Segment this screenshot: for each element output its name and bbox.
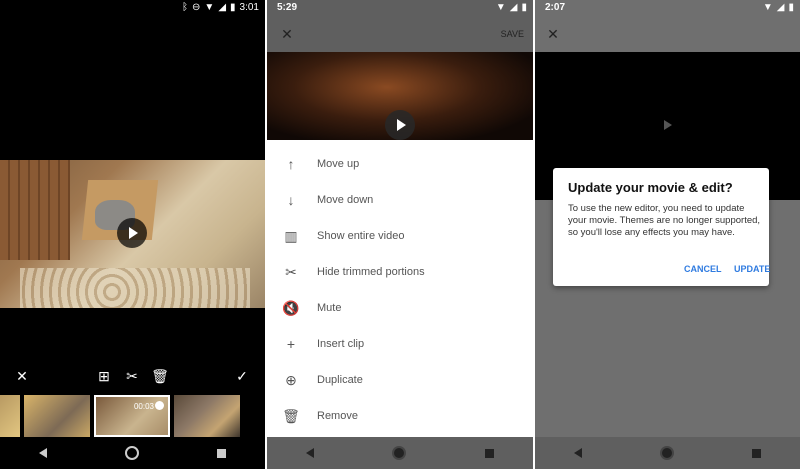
status-time: 5:29 bbox=[277, 2, 298, 13]
recents-icon[interactable] bbox=[752, 448, 761, 458]
signal-icon: ◢ bbox=[218, 2, 227, 13]
wood-panel-wall bbox=[0, 160, 70, 260]
battery-icon: ▮ bbox=[788, 2, 794, 13]
status-bar: ᛒ ⊖ ▼ ◢ ▮ 3:01 bbox=[0, 0, 265, 16]
back-icon[interactable] bbox=[39, 448, 47, 458]
wifi-icon: ▼ bbox=[204, 2, 215, 13]
menu-item-label: Show entire video bbox=[317, 230, 405, 242]
menu-item-mute[interactable]: 🔇 Mute bbox=[267, 290, 533, 326]
scissors-icon[interactable]: ✂ bbox=[122, 366, 142, 386]
film-icon: ▥ bbox=[284, 227, 298, 244]
duplicate-icon: ⊕ bbox=[285, 371, 297, 388]
play-button[interactable] bbox=[117, 218, 147, 248]
menu-item-label: Duplicate bbox=[317, 374, 363, 386]
clip-thumbnail[interactable] bbox=[0, 395, 20, 437]
navigation-bar bbox=[535, 437, 800, 469]
menu-item-hide-trimmed-portions[interactable]: ✂ Hide trimmed portions bbox=[267, 254, 533, 290]
trash-icon: 🗑 bbox=[282, 407, 300, 424]
navigation-bar bbox=[267, 437, 533, 469]
add-clip-icon[interactable]: ⊞ bbox=[94, 366, 114, 386]
menu-item-label: Insert clip bbox=[317, 338, 365, 350]
status-time: 3:01 bbox=[239, 2, 259, 13]
dialog-title: Update your movie & edit? bbox=[568, 180, 733, 195]
home-icon[interactable] bbox=[660, 446, 674, 460]
menu-item-label: Move down bbox=[317, 194, 374, 206]
status-icons: ᛒ ⊖ ▼ ◢ ▮ 3:01 bbox=[182, 2, 259, 13]
close-icon[interactable]: ✕ bbox=[543, 24, 563, 44]
dialog-body: To use the new editor, you need to updat… bbox=[568, 203, 761, 238]
menu-item-move-up[interactable]: ↑ Move up bbox=[267, 146, 533, 182]
home-icon[interactable] bbox=[125, 446, 139, 460]
navigation-bar bbox=[0, 437, 265, 469]
status-time: 2:07 bbox=[545, 2, 566, 13]
status-icons: ▼ ◢ ▮ bbox=[496, 2, 527, 13]
rug-pattern bbox=[20, 268, 250, 308]
battery-icon: ▮ bbox=[230, 2, 236, 13]
menu-item-label: Hide trimmed portions bbox=[317, 266, 425, 278]
signal-icon: ◢ bbox=[776, 2, 785, 13]
battery-icon: ▮ bbox=[521, 2, 527, 13]
menu-item-show-entire-video[interactable]: ▥ Show entire video bbox=[267, 218, 533, 254]
wifi-icon: ▼ bbox=[762, 2, 773, 13]
back-icon[interactable] bbox=[574, 448, 582, 458]
signal-icon: ◢ bbox=[509, 2, 518, 13]
cancel-button[interactable]: CANCEL bbox=[684, 264, 722, 274]
close-icon[interactable]: ✕ bbox=[12, 366, 32, 386]
menu-item-duplicate[interactable]: ⊕ Duplicate bbox=[267, 362, 533, 398]
menu-item-move-down[interactable]: ↓ Move down bbox=[267, 182, 533, 218]
play-button[interactable] bbox=[385, 110, 415, 140]
close-icon[interactable]: ✕ bbox=[277, 24, 297, 44]
status-bar: 5:29 ▼ ◢ ▮ bbox=[267, 0, 533, 16]
menu-item-label: Move up bbox=[317, 158, 360, 170]
check-icon[interactable]: ✓ bbox=[232, 366, 252, 386]
scissors-icon: ✂ bbox=[285, 263, 297, 280]
arrow-up-icon: ↑ bbox=[287, 156, 295, 172]
menu-item-insert-clip[interactable]: + Insert clip bbox=[267, 326, 533, 362]
video-preview[interactable] bbox=[267, 52, 533, 140]
play-icon[interactable] bbox=[664, 120, 672, 130]
clip-thumbnail[interactable] bbox=[24, 395, 90, 437]
clip-play-icon[interactable] bbox=[155, 401, 164, 410]
save-button[interactable]: SAVE bbox=[501, 29, 524, 39]
update-dialog: Update your movie & edit? To use the new… bbox=[553, 168, 770, 286]
app-bar: 2:07 ▼ ◢ ▮ ✕ bbox=[535, 0, 800, 52]
recents-icon[interactable] bbox=[484, 448, 494, 458]
menu-item-remove[interactable]: 🗑 Remove bbox=[267, 398, 533, 434]
bluetooth-icon: ᛒ bbox=[182, 2, 189, 13]
status-bar: 2:07 ▼ ◢ ▮ bbox=[535, 0, 800, 16]
selected-clip-thumbnail[interactable]: 00:03 bbox=[94, 395, 170, 437]
update-dialog-screen: 2:07 ▼ ◢ ▮ ✕ Update your movie & edit? T… bbox=[535, 0, 800, 469]
clip-thumbnail[interactable] bbox=[174, 395, 240, 437]
status-icons: ▼ ◢ ▮ bbox=[763, 2, 794, 13]
menu-item-label: Mute bbox=[317, 302, 342, 314]
recents-icon[interactable] bbox=[217, 448, 226, 458]
wifi-icon: ▼ bbox=[495, 2, 506, 13]
do-not-disturb-icon: ⊖ bbox=[192, 2, 201, 13]
menu-item-label: Remove bbox=[317, 410, 358, 422]
clip-options-screen: 5:29 ▼ ◢ ▮ ✕ SAVE ↑ Move up ↓ Move down ▥ Sho… bbox=[267, 0, 533, 469]
arrow-down-icon: ↓ bbox=[287, 192, 295, 208]
home-icon[interactable] bbox=[392, 446, 407, 460]
video-preview[interactable] bbox=[0, 160, 265, 308]
back-icon[interactable] bbox=[306, 448, 315, 458]
trash-icon[interactable]: 🗑 bbox=[150, 366, 170, 386]
mute-icon: 🔇 bbox=[282, 299, 300, 316]
update-button[interactable]: UPDATE bbox=[734, 264, 770, 274]
app-bar: 5:29 ▼ ◢ ▮ ✕ SAVE bbox=[267, 0, 533, 52]
clip-duration: 00:03 bbox=[133, 402, 154, 411]
plus-icon: + bbox=[286, 336, 296, 352]
video-editor-screen: ᛒ ⊖ ▼ ◢ ▮ 3:01 ✕ ⊞ ✂ 🗑 ✓ 00:03 bbox=[0, 0, 265, 469]
